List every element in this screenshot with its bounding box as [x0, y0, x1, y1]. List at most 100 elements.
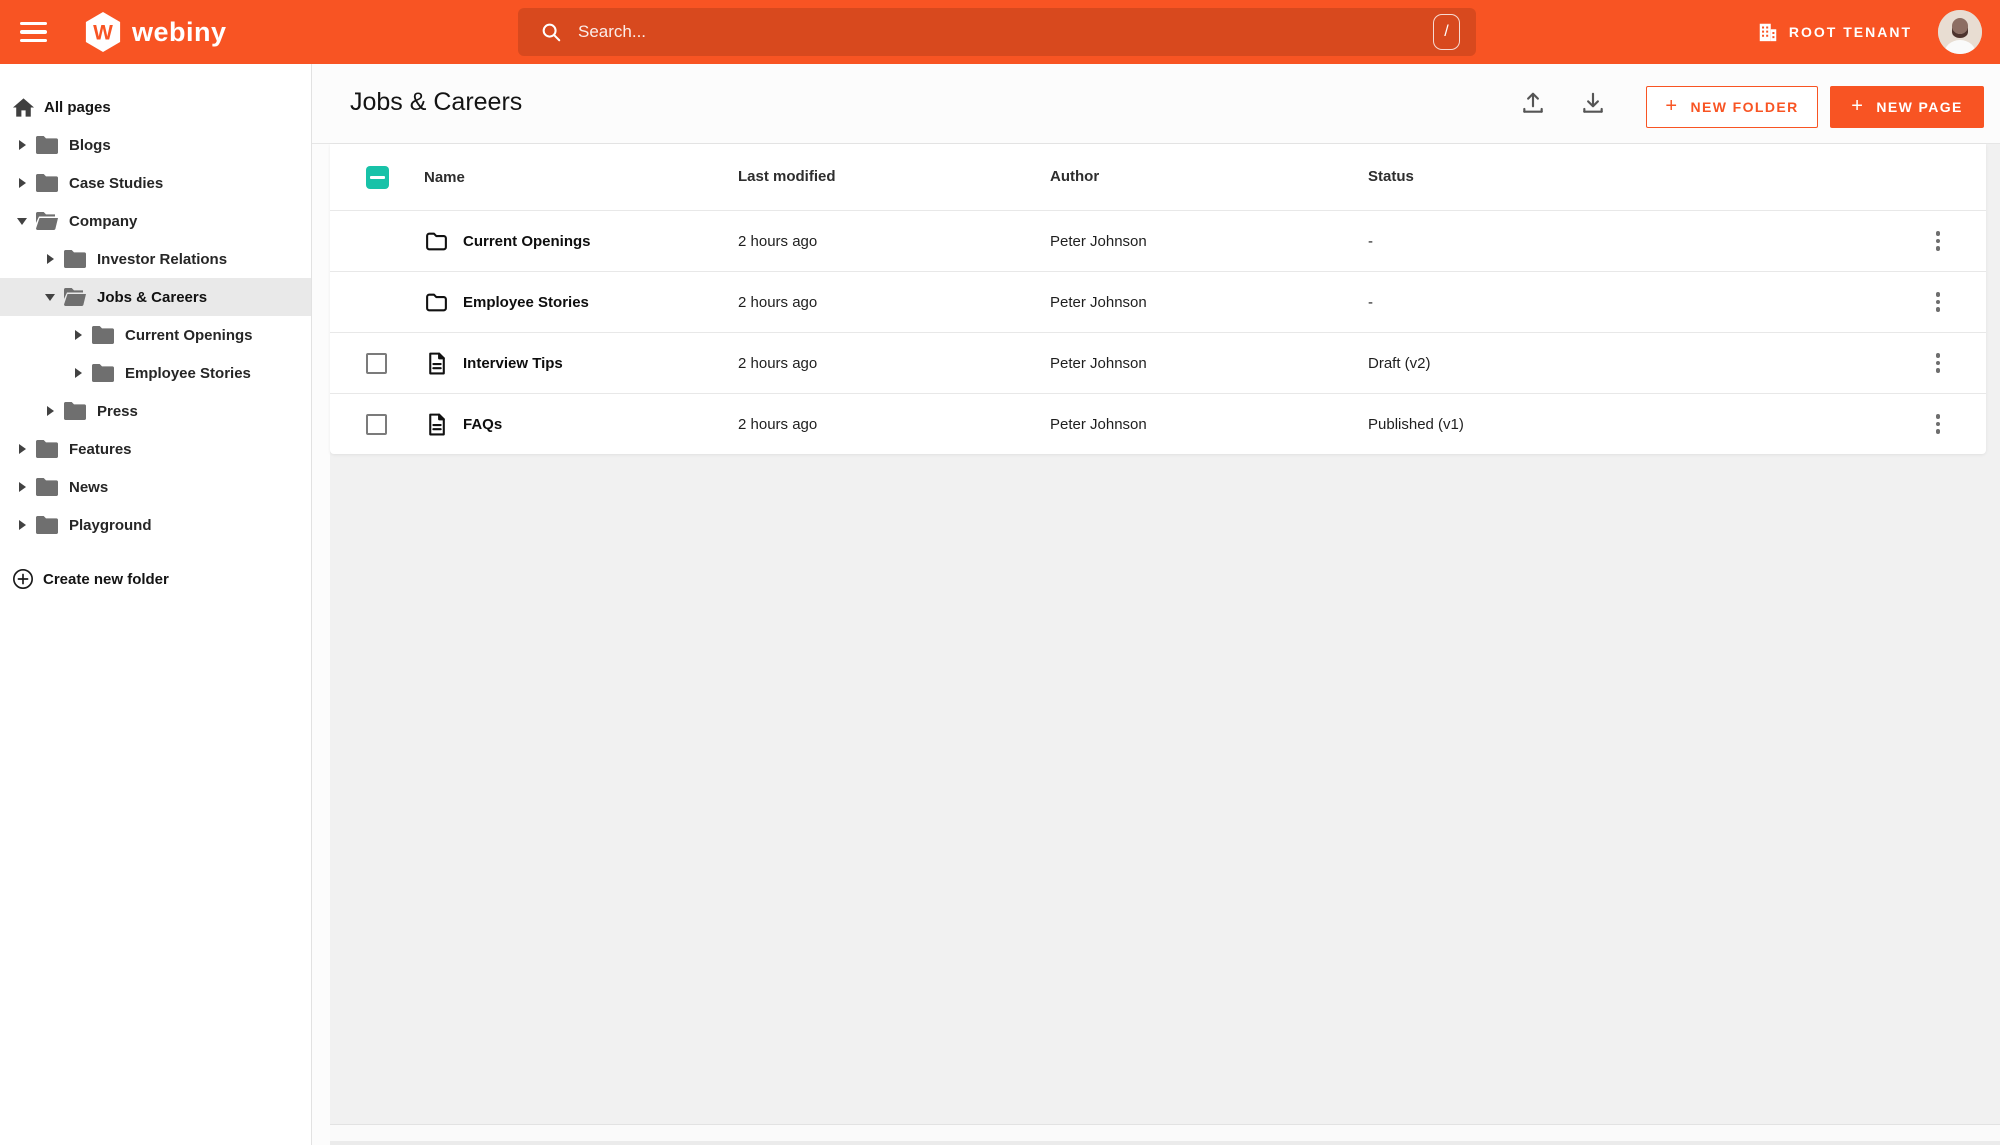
row-author: Peter Johnson	[1050, 293, 1147, 311]
page-title: Jobs & Careers	[350, 88, 523, 116]
folder-icon	[92, 364, 114, 382]
row-checkbox[interactable]	[366, 413, 387, 435]
column-header-last-modified[interactable]: Last modified	[738, 168, 836, 185]
tree-caret-icon[interactable]	[72, 368, 84, 378]
folder-icon	[36, 440, 58, 458]
row-author: Peter Johnson	[1050, 354, 1147, 372]
top-app-bar: W webiny /	[0, 0, 2000, 64]
sidebar-item-blogs[interactable]: Blogs	[0, 126, 311, 164]
horizontal-scrollbar-track[interactable]	[330, 1124, 2000, 1141]
row-name[interactable]: Interview Tips	[463, 355, 563, 372]
row-name[interactable]: Employee Stories	[463, 294, 589, 311]
import-upload-icon[interactable]	[1520, 90, 1546, 116]
page-file-icon	[429, 413, 445, 435]
sidebar-item-case-studies[interactable]: Case Studies	[0, 164, 311, 202]
row-status: Draft (v2)	[1368, 354, 1431, 372]
tenant-selector[interactable]: ROOT TENANT	[1757, 21, 1912, 43]
folder-icon	[64, 250, 86, 268]
sidebar-item-press[interactable]: Press	[0, 392, 311, 430]
row-actions-menu-icon[interactable]	[1930, 347, 1947, 379]
webiny-hexagon-icon: W	[85, 12, 121, 52]
main-left-gutter	[312, 64, 330, 1145]
row-author: Peter Johnson	[1050, 232, 1147, 250]
row-name[interactable]: Current Openings	[463, 233, 591, 250]
folder-tree: Blogs Case Studies Company Investor Rela…	[0, 126, 311, 544]
search-input[interactable]	[578, 22, 1433, 42]
user-avatar[interactable]	[1938, 10, 1982, 54]
sidebar-item-playground[interactable]: Playground	[0, 506, 311, 544]
tree-caret-icon[interactable]	[16, 217, 28, 225]
row-checkbox[interactable]	[366, 352, 387, 374]
tree-caret-icon[interactable]	[72, 330, 84, 340]
row-status: -	[1368, 293, 1373, 311]
hamburger-menu-icon[interactable]	[20, 20, 50, 44]
row-actions-menu-icon[interactable]	[1930, 225, 1947, 257]
sidebar-item-all-pages[interactable]: All pages	[0, 88, 311, 126]
folder-icon	[426, 293, 447, 311]
row-actions-menu-icon[interactable]	[1930, 286, 1947, 318]
tenant-label: ROOT TENANT	[1788, 24, 1912, 40]
table-row-current-openings[interactable]: Current Openings 2 hours ago Peter Johns…	[330, 210, 1986, 271]
sidebar-item-employee-stories[interactable]: Employee Stories	[0, 354, 311, 392]
building-icon	[1759, 23, 1777, 42]
logo-wordmark: webiny	[132, 16, 227, 47]
sidebar-item-news[interactable]: News	[0, 468, 311, 506]
tree-caret-icon[interactable]	[16, 140, 28, 150]
folder-icon	[426, 232, 447, 250]
bottom-edge	[330, 1141, 2000, 1145]
tree-caret-icon[interactable]	[44, 406, 56, 416]
tree-caret-icon[interactable]	[44, 293, 56, 301]
row-last-modified: 2 hours ago	[738, 232, 818, 250]
sidebar-item-features[interactable]: Features	[0, 430, 311, 468]
webiny-logo[interactable]: W webiny	[84, 11, 227, 53]
sidebar-item-current-openings[interactable]: Current Openings	[0, 316, 311, 354]
column-header-name[interactable]: Name	[424, 169, 465, 186]
sidebar-item-company[interactable]: Company	[0, 202, 311, 240]
tree-caret-icon[interactable]	[16, 520, 28, 530]
open-folder-icon	[36, 212, 58, 230]
open-folder-icon	[64, 288, 86, 306]
folder-icon	[36, 478, 58, 496]
column-header-status[interactable]: Status	[1368, 168, 1414, 185]
new-page-button[interactable]: + NEW PAGE	[1830, 86, 1984, 128]
tree-caret-icon[interactable]	[16, 444, 28, 454]
row-last-modified: 2 hours ago	[738, 293, 818, 311]
table-row-employee-stories[interactable]: Employee Stories 2 hours ago Peter Johns…	[330, 271, 1986, 332]
plus-circle-icon	[13, 569, 33, 589]
row-last-modified: 2 hours ago	[738, 415, 818, 433]
folder-icon	[36, 136, 58, 154]
folder-icon	[64, 402, 86, 420]
topbar-right-cluster: ROOT TENANT	[1757, 0, 1982, 64]
home-icon	[12, 97, 35, 117]
row-last-modified: 2 hours ago	[738, 354, 818, 372]
table-row-faqs[interactable]: FAQs 2 hours ago Peter Johnson Published…	[330, 393, 1986, 454]
plus-icon: +	[1665, 95, 1679, 117]
search-shortcut-key: /	[1433, 14, 1460, 50]
column-header-author[interactable]: Author	[1050, 168, 1099, 185]
page-file-icon	[429, 352, 445, 374]
new-folder-button[interactable]: + NEW FOLDER	[1646, 86, 1818, 128]
sidebar-item-investor-relations[interactable]: Investor Relations	[0, 240, 311, 278]
folder-sidebar: All pages Blogs Case Studies Company Inv…	[0, 64, 312, 1145]
table-body: Current Openings 2 hours ago Peter Johns…	[330, 210, 1986, 454]
folder-icon	[36, 174, 58, 192]
plus-icon: +	[1851, 95, 1865, 117]
row-author: Peter Johnson	[1050, 415, 1147, 433]
header-tool-icons	[1520, 90, 1606, 116]
create-new-folder-button[interactable]: Create new folder	[0, 560, 311, 598]
tree-caret-icon[interactable]	[16, 178, 28, 188]
folder-icon	[36, 516, 58, 534]
table-row-interview-tips[interactable]: Interview Tips 2 hours ago Peter Johnson…	[330, 332, 1986, 393]
row-actions-menu-icon[interactable]	[1930, 408, 1947, 440]
search-icon	[542, 23, 561, 42]
export-download-icon[interactable]	[1580, 90, 1606, 116]
folder-icon	[92, 326, 114, 344]
select-all-checkbox[interactable]	[366, 165, 389, 189]
row-name[interactable]: FAQs	[463, 416, 502, 433]
table-header-row: Name Last modified Author Status	[330, 144, 1986, 210]
search-bar[interactable]: /	[518, 8, 1476, 56]
sidebar-item-jobs-careers[interactable]: Jobs & Careers	[0, 278, 311, 316]
tree-caret-icon[interactable]	[44, 254, 56, 264]
webiny-admin-app: W webiny /	[0, 0, 2000, 1145]
tree-caret-icon[interactable]	[16, 482, 28, 492]
